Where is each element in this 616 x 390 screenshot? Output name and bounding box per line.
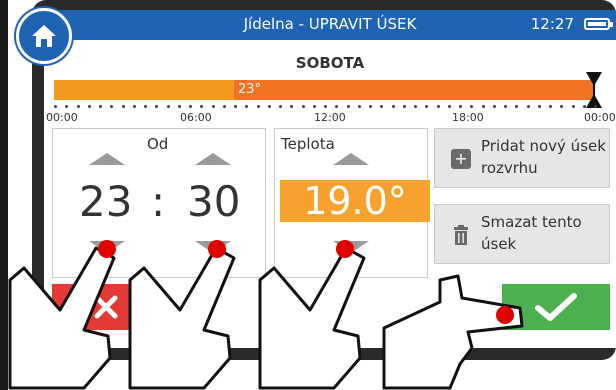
timeline-tick xyxy=(470,105,474,108)
home-button[interactable] xyxy=(16,8,72,64)
temperature-value[interactable]: 19.0° xyxy=(280,180,430,222)
title-bar: Jídelna - UPRAVIT ÚSEK 12:27 xyxy=(44,10,616,40)
touch-point-icon xyxy=(336,240,354,258)
timeline-tick xyxy=(245,105,249,108)
timeline-tick xyxy=(594,105,597,108)
timeline-tick xyxy=(234,105,237,108)
timeline-tick xyxy=(492,105,496,108)
hour-value[interactable]: 23 xyxy=(79,177,132,226)
checkmark-icon xyxy=(535,293,577,321)
timeline-tick xyxy=(369,105,372,108)
timeline-tick xyxy=(211,105,215,108)
timeline-tick xyxy=(155,105,159,108)
timeline-tick xyxy=(346,105,350,108)
timeline-tick xyxy=(436,105,440,108)
minute-up-icon[interactable] xyxy=(195,153,231,165)
add-segment-button[interactable]: + Pridat nový úsek rozvrhu xyxy=(434,128,610,188)
timeline-tick xyxy=(414,105,417,108)
timeline-tick xyxy=(110,105,114,108)
timeline-tick xyxy=(290,105,294,108)
timeline-tick xyxy=(267,105,271,108)
segment-temperature-label: 23° xyxy=(238,82,262,97)
battery-icon xyxy=(584,18,613,30)
timeline-tick xyxy=(65,105,69,108)
timeline-tick xyxy=(582,105,586,108)
timeline-tick xyxy=(537,105,541,108)
timeline-tick xyxy=(504,105,507,108)
timeline-tick xyxy=(99,105,102,108)
timeline-tick xyxy=(447,105,451,108)
temperature-label: Teplota xyxy=(281,135,335,153)
timeline-tick xyxy=(425,105,429,108)
timeline-tick xyxy=(132,105,136,108)
timeline-segment-early[interactable] xyxy=(54,80,234,100)
device-bezel: Jídelna - UPRAVIT ÚSEK 12:27 SOBOTA 23° … xyxy=(0,0,616,390)
trash-icon xyxy=(451,225,471,245)
day-label: SOBOTA xyxy=(295,54,365,72)
home-icon xyxy=(32,25,56,47)
timeline-tick xyxy=(144,105,147,108)
timeline-tick xyxy=(121,105,125,108)
hour-label: 00:00 xyxy=(46,111,78,124)
timeline-tick xyxy=(515,105,519,108)
timeline-tick xyxy=(256,105,260,108)
timeline-tick xyxy=(222,105,226,108)
clock: 12:27 xyxy=(530,15,574,33)
timeline-tick xyxy=(166,105,170,108)
timeline-tick xyxy=(324,105,327,108)
timeline-tick xyxy=(481,105,485,108)
add-segment-label: Pridat nový úsek rozvrhu xyxy=(481,137,606,177)
timeline-tick xyxy=(459,105,462,108)
touch-point-icon xyxy=(98,240,116,258)
timeline-tick xyxy=(76,105,80,108)
hand-pointer-icon xyxy=(128,246,236,390)
hand-pointer-icon xyxy=(258,246,366,390)
timeline-tick xyxy=(312,105,316,108)
touch-point-icon xyxy=(496,306,514,324)
hour-label: 18:00 xyxy=(452,111,484,124)
timeline-tick xyxy=(54,105,57,108)
plus-icon: + xyxy=(451,149,471,169)
timeline-tick xyxy=(189,105,192,108)
time-separator: : xyxy=(151,177,166,226)
timeline-tick xyxy=(357,105,361,108)
timeline-tick xyxy=(200,105,204,108)
timeline-tick xyxy=(279,105,282,108)
delete-segment-button[interactable]: Smazat tento úsek xyxy=(434,204,610,264)
timeline-tick xyxy=(335,105,339,108)
timeline-segment-selected[interactable] xyxy=(234,80,594,100)
timeline-tick xyxy=(87,105,91,108)
hour-label: 00:00 xyxy=(584,111,616,124)
delete-segment-label: Smazat tento úsek xyxy=(481,213,582,253)
from-label: Od xyxy=(147,135,169,153)
timeline-tick xyxy=(301,105,305,108)
schedule-timeline[interactable]: 23° xyxy=(54,72,602,108)
temperature-up-icon[interactable] xyxy=(333,153,369,165)
hour-up-icon[interactable] xyxy=(89,153,125,165)
touch-point-icon xyxy=(208,240,226,258)
timeline-tick xyxy=(526,105,530,108)
hand-pointer-icon xyxy=(8,246,116,390)
timeline-tick xyxy=(571,105,575,108)
timeline-tick xyxy=(177,105,181,108)
minute-value[interactable]: 30 xyxy=(187,177,240,226)
timeline-tick xyxy=(549,105,552,108)
hand-pointer-icon xyxy=(382,274,524,390)
timeline-tick xyxy=(402,105,406,108)
hour-label: 12:00 xyxy=(314,111,346,124)
timeline-tick xyxy=(560,105,564,108)
current-time-marker-icon xyxy=(586,72,602,108)
hour-label: 06:00 xyxy=(180,111,212,124)
timeline-tick xyxy=(380,105,384,108)
timeline-tick xyxy=(391,105,395,108)
